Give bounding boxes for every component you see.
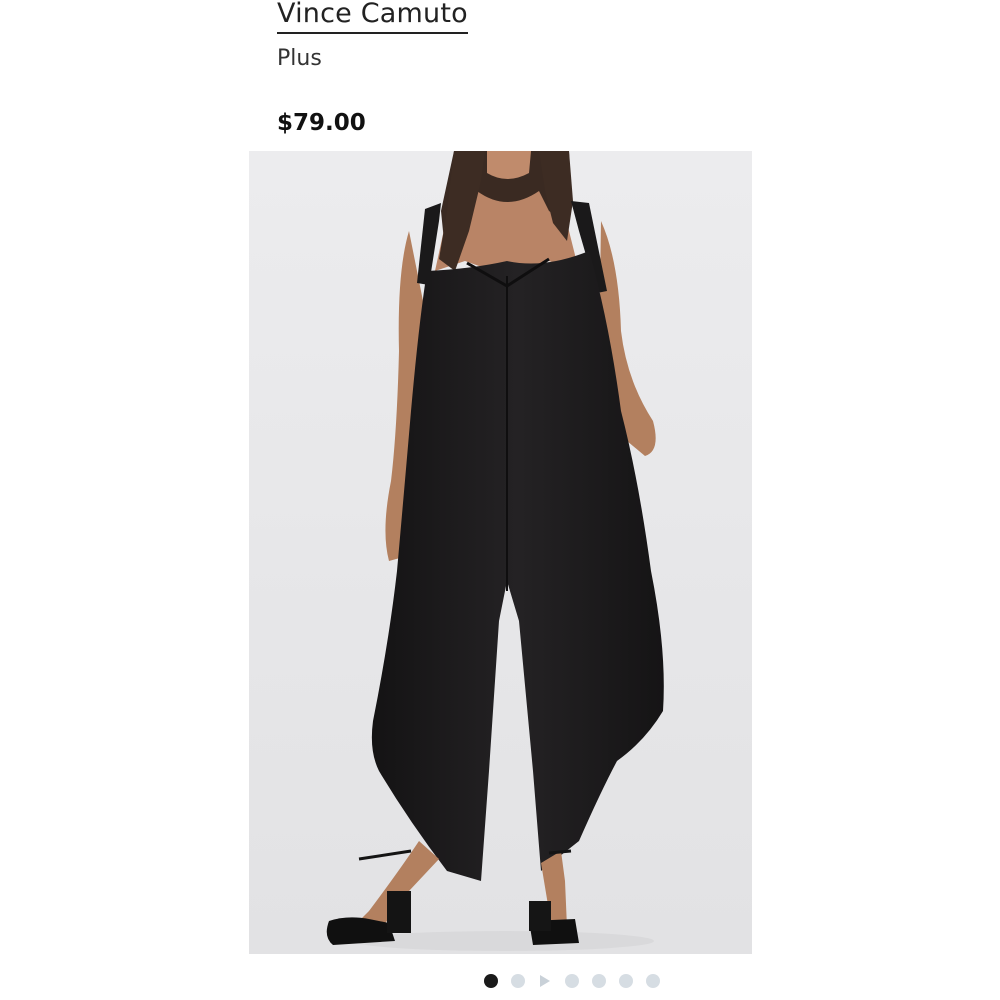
image-carousel-indicator — [484, 973, 660, 989]
price: $79.00 — [277, 110, 366, 136]
carousel-dot-7[interactable] — [646, 974, 660, 988]
size-category-label: Plus — [277, 46, 322, 71]
carousel-dot-5[interactable] — [592, 974, 606, 988]
product-page: Vince Camuto Plus $79.00 — [0, 0, 1000, 1000]
carousel-dot-2[interactable] — [511, 974, 525, 988]
brand-link[interactable]: Vince Camuto — [277, 0, 468, 34]
product-photo-jumpsuit — [249, 151, 752, 954]
product-image[interactable] — [249, 151, 752, 954]
carousel-dot-4[interactable] — [565, 974, 579, 988]
carousel-dot-6[interactable] — [619, 974, 633, 988]
carousel-dot-1[interactable] — [484, 974, 498, 988]
play-icon[interactable] — [540, 975, 550, 987]
